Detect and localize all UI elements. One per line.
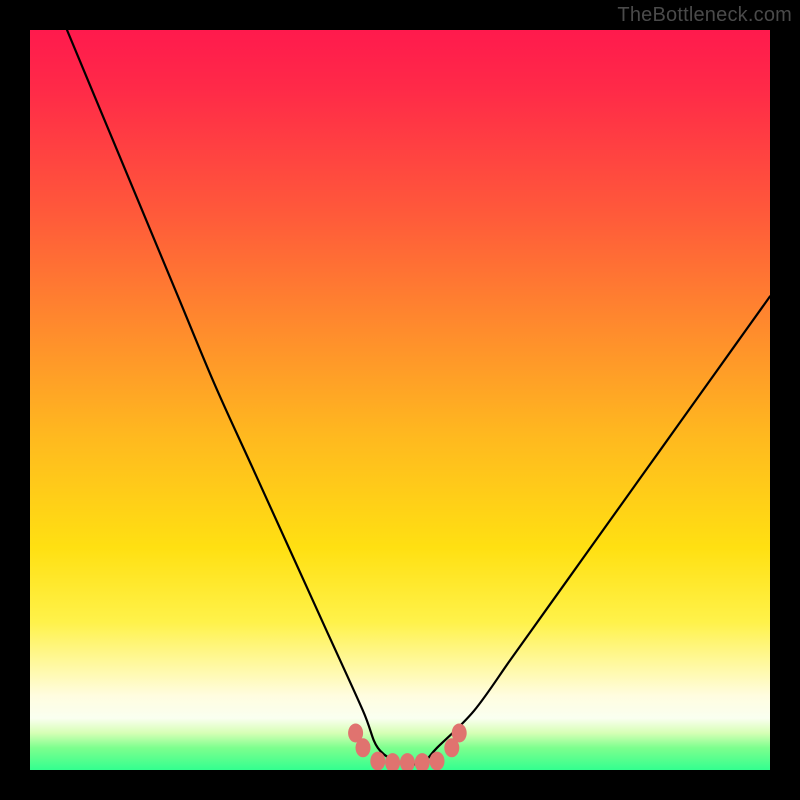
watermark-text: TheBottleneck.com (617, 4, 792, 27)
chart-frame: TheBottleneck.com (0, 0, 800, 800)
plot-area (30, 30, 770, 770)
